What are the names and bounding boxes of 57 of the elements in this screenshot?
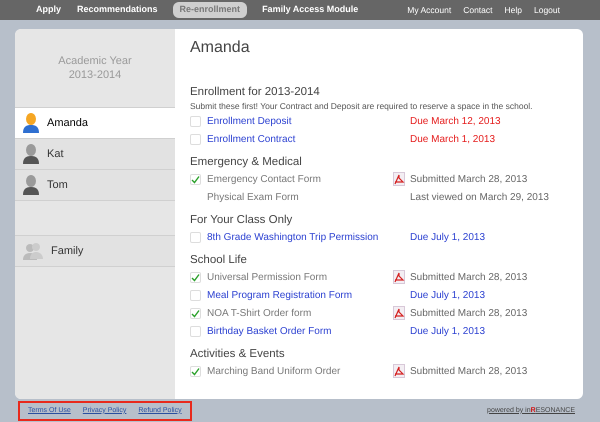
form-status: Submitted March 28, 2013 (410, 270, 528, 284)
person-icon (23, 113, 39, 133)
nav-link[interactable]: Contact (463, 4, 493, 16)
pdf-icon (393, 270, 405, 284)
checkbox[interactable] (190, 272, 201, 282)
nav-link[interactable]: My Account (407, 4, 452, 16)
checkbox[interactable] (190, 326, 201, 336)
pdf-icon (393, 172, 405, 186)
checkbox[interactable] (190, 308, 201, 318)
form-status: Last viewed on March 29, 2013 (410, 190, 549, 204)
form-status: Due July 1, 2013 (410, 230, 486, 244)
form-status: Due July 1, 2013 (410, 288, 486, 302)
form-name: Marching Band Uniform Order (207, 364, 342, 378)
form-status: Due March 1, 2013 (410, 132, 496, 146)
form-link[interactable]: Enrollment Deposit (207, 114, 393, 128)
person-icon (23, 144, 39, 164)
form-link[interactable]: Birthday Basket Order Form (207, 324, 393, 338)
form-name: Emergency Contact Form (207, 172, 322, 186)
academic-year-label: 2013-2014 (68, 68, 122, 82)
people-icon (23, 242, 43, 260)
section-heading: School Life (190, 253, 248, 268)
form-name: Universal Permission Form (207, 270, 328, 284)
academic-year-label: Academic Year (58, 54, 132, 68)
student-tab[interactable]: Kat (15, 139, 175, 170)
form-status: Submitted March 28, 2013 (410, 364, 528, 378)
student-name: Amanda (190, 38, 251, 58)
checkbox[interactable] (190, 366, 201, 376)
nav-tab[interactable]: Apply (35, 3, 62, 17)
section-heading: Emergency & Medical (190, 155, 303, 170)
form-link[interactable]: 8th Grade Washington Trip Permission (207, 230, 393, 244)
pdf-icon (393, 364, 405, 378)
section-note: Submit these first! Your Contract and Deposit are required to reserve a space in the school. (190, 100, 534, 112)
form-name: NOA T-Shirt Order form (207, 306, 312, 320)
checkbox[interactable] (190, 174, 201, 184)
nav-tab[interactable]: Recommendations (76, 3, 159, 17)
nav-link[interactable]: Logout (534, 4, 560, 16)
section-heading: Enrollment for 2013-2014 (190, 85, 321, 100)
checkbox[interactable] (190, 290, 201, 300)
nav-link[interactable]: Help (504, 4, 522, 16)
form-status: Submitted March 28, 2013 (410, 172, 528, 186)
nav-tab[interactable]: Family Access Module (261, 3, 360, 17)
checkbox[interactable] (190, 232, 201, 242)
form-status: Due July 1, 2013 (410, 324, 486, 338)
form-status: Due March 12, 2013 (410, 114, 501, 128)
student-tab[interactable]: Amanda (15, 108, 175, 139)
form-status: Submitted March 28, 2013 (410, 306, 528, 320)
section-heading: Activities & Events (190, 347, 286, 362)
person-icon (23, 175, 39, 195)
student-tab[interactable]: Tom (15, 170, 175, 201)
pdf-icon (393, 306, 405, 320)
form-name: Physical Exam Form (207, 190, 300, 204)
form-link[interactable]: Enrollment Contract (207, 132, 393, 146)
checkbox[interactable] (190, 116, 201, 126)
form-link[interactable]: Meal Program Registration Form (207, 288, 393, 302)
student-tab[interactable]: Family (15, 236, 175, 267)
checkbox[interactable] (190, 134, 201, 144)
section-heading: For Your Class Only (190, 213, 294, 228)
